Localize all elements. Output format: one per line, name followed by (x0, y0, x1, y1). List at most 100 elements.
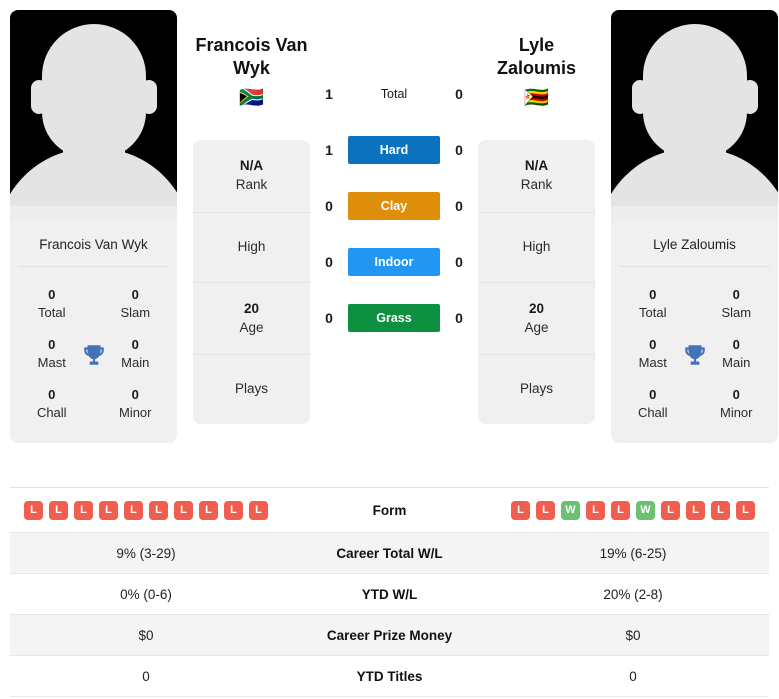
title-chall-right: 0 Chall (611, 379, 695, 429)
plays-label: Plays (519, 381, 553, 397)
table-row-career-prize-money: $0 Career Prize Money $0 (10, 615, 769, 656)
table-row-career-total-wl: 9% (3-29) Career Total W/L 19% (6-25) (10, 533, 769, 574)
form-badge-loss[interactable]: L (224, 500, 243, 520)
title-minor-left: 0 Minor (94, 379, 178, 429)
form-badge-loss[interactable]: L (711, 500, 730, 520)
title-value: 0 (649, 387, 657, 403)
table-row-ytd-wl: 0% (0-6) YTD W/L 20% (2-8) (10, 574, 769, 615)
player-name-line2-left: Wyk (233, 57, 270, 78)
stat-value-left: 0 (142, 668, 150, 684)
h2h-row-indoor: 0 Indoor 0 (310, 234, 478, 290)
info-card-left: N/A Rank High 20 Age Plays (193, 140, 310, 425)
table-row-form: LLLLLLLLLL Form LLWLLWLLLL (10, 488, 769, 533)
zimbabwe-flag-icon: 🇿🇼 (524, 87, 549, 109)
right-info-column: Lyle Zaloumis 🇿🇼 N/A Rank High 20 Age Pl… (478, 10, 595, 425)
h2h-surface-clay[interactable]: Clay (348, 192, 440, 220)
avatar-ear-right-icon (140, 80, 157, 114)
stat-value-right: 0 (629, 668, 637, 684)
h2h-right-score: 0 (455, 254, 463, 270)
stat-value-right: $0 (625, 627, 641, 643)
rank-value: N/A (239, 158, 264, 173)
form-strip-left: LLLLLLLLLL (10, 500, 282, 520)
form-badge-loss[interactable]: L (149, 500, 168, 520)
player-card-right[interactable]: Lyle Zaloumis 0 Total 0 Slam 0 Mast 0 Ma… (611, 10, 778, 444)
player-header-left: Francois Van Wyk 🇿🇦 (193, 10, 310, 108)
age-value: 20 (243, 300, 260, 316)
player-header-right: Lyle Zaloumis 🇿🇼 (478, 10, 595, 108)
info-rank-left: N/A Rank (193, 140, 310, 213)
stat-value-left: $0 (138, 627, 154, 643)
form-badge-loss[interactable]: L (586, 500, 605, 520)
h2h-row-clay: 0 Clay 0 (310, 178, 478, 234)
form-badge-loss[interactable]: L (511, 500, 530, 520)
title-value: 0 (732, 287, 740, 302)
title-slam-right: 0 Slam (695, 279, 779, 329)
h2h-right-score: 0 (455, 310, 463, 326)
title-chall-left: 0 Chall (10, 379, 94, 429)
avatar-ear-left-icon (631, 80, 648, 114)
stat-value-right: 20% (2-8) (603, 586, 663, 602)
age-label: Age (239, 319, 264, 335)
form-badge-loss[interactable]: L (124, 500, 143, 520)
form-badge-loss[interactable]: L (74, 500, 93, 520)
stat-label: YTD Titles (356, 668, 423, 684)
player-name-line1-right: Lyle (518, 35, 555, 55)
title-label: Minor (118, 404, 152, 420)
title-slam-left: 0 Slam (94, 279, 178, 329)
stat-value-left: 9% (3-29) (116, 545, 176, 561)
form-badge-loss[interactable]: L (99, 500, 118, 520)
avatar-floor (10, 206, 177, 222)
h2h-surface-hard[interactable]: Hard (348, 136, 440, 164)
form-badge-loss[interactable]: L (174, 500, 193, 520)
stat-label: Career Prize Money (326, 627, 453, 643)
stat-label: YTD W/L (361, 586, 418, 602)
form-badge-loss[interactable]: L (249, 500, 268, 520)
rank-label: Rank (235, 176, 268, 192)
form-badge-win[interactable]: W (636, 500, 655, 520)
h2h-surface-grass[interactable]: Grass (348, 304, 440, 332)
title-minor-right: 0 Minor (695, 379, 779, 429)
stat-value-left: 0% (0-6) (120, 586, 172, 602)
high-label: High (522, 238, 551, 254)
form-badge-loss[interactable]: L (611, 500, 630, 520)
plays-label: Plays (234, 381, 268, 397)
avatar-ear-left-icon (30, 80, 47, 114)
comparison-stats-table: LLLLLLLLLL Form LLWLLWLLLL 9% (3-29) Car… (10, 487, 769, 697)
avatar-ear-right-icon (741, 80, 758, 114)
form-badge-loss[interactable]: L (661, 500, 680, 520)
form-cell-right: LLWLLWLLLL (497, 500, 769, 520)
h2h-row-total: 1 Total 0 (310, 66, 478, 122)
title-label: Total (38, 304, 66, 320)
h2h-row-hard: 1 Hard 0 (310, 122, 478, 178)
player-name-line2-right: Zaloumis (496, 57, 576, 78)
player-card-left[interactable]: Francois Van Wyk 0 Total 0 Slam 0 Mast 0… (10, 10, 178, 444)
rank-label: Rank (520, 176, 553, 192)
player-name-line1-left: Francois Van (195, 35, 308, 55)
title-label: Minor (719, 404, 753, 420)
h2h-left-score: 0 (325, 310, 333, 326)
titles-grid-right: 0 Total 0 Slam 0 Mast 0 Main 0 Chall 0 M… (611, 267, 778, 443)
h2h-left-score: 1 (325, 86, 333, 102)
form-badge-win[interactable]: W (561, 500, 580, 520)
h2h-surface-indoor[interactable]: Indoor (348, 248, 440, 276)
stat-label: Career Total W/L (336, 545, 443, 561)
title-value: 0 (649, 287, 657, 302)
title-value: 0 (48, 387, 56, 403)
title-label: Slam (721, 304, 752, 320)
info-high-right: High (478, 213, 595, 283)
form-badge-loss[interactable]: L (49, 500, 68, 520)
left-info-column: Francois Van Wyk 🇿🇦 N/A Rank High 20 Age… (193, 10, 310, 425)
h2h-surface-total: Total (380, 87, 408, 101)
form-badge-loss[interactable]: L (686, 500, 705, 520)
trophy-icon (684, 345, 705, 365)
title-label: Total (639, 304, 667, 320)
form-badge-loss[interactable]: L (536, 500, 555, 520)
player-card-name-left: Francois Van Wyk (39, 237, 148, 252)
form-badge-loss[interactable]: L (736, 500, 755, 520)
title-label: Chall (637, 404, 668, 420)
form-badge-loss[interactable]: L (24, 500, 43, 520)
h2h-right-score: 0 (455, 198, 463, 214)
form-badge-loss[interactable]: L (199, 500, 218, 520)
age-value: 20 (528, 300, 545, 316)
h2h-right-score: 0 (455, 86, 463, 102)
